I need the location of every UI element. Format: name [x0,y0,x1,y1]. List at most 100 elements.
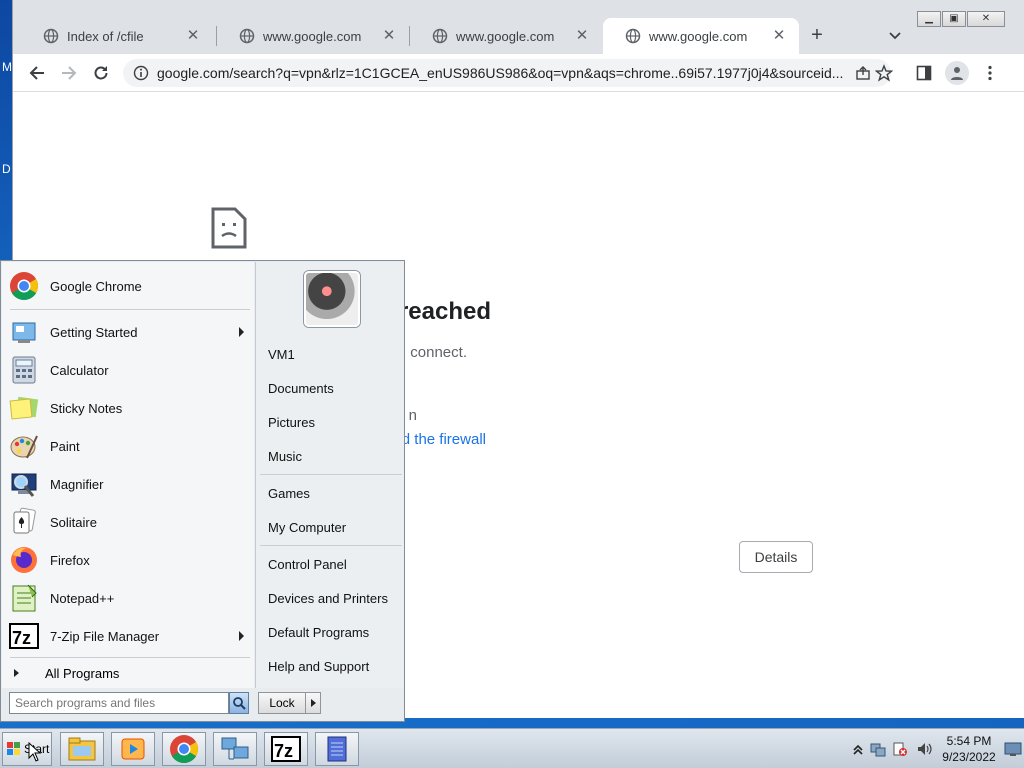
globe-icon [239,28,255,44]
tab-index-cfile[interactable]: Index of /cfile ✕ [21,18,213,54]
submenu-arrow-icon [239,631,244,641]
clock-date[interactable]: 9/23/2022 [940,750,998,764]
places-item-help-support[interactable]: Help and Support [268,655,402,679]
side-panel-icon[interactable] [915,64,933,82]
calculator-icon [8,354,40,386]
lock-options-button[interactable] [306,692,321,714]
start-item-7zip[interactable]: 7z 7-Zip File Manager [8,618,250,654]
volume-icon[interactable] [916,741,932,757]
start-item-label: Sticky Notes [50,400,123,416]
taskbar-notepad[interactable] [315,732,359,766]
taskbar-network[interactable] [213,732,257,766]
more-menu-icon[interactable] [981,64,999,82]
start-item-paint[interactable]: Paint [8,428,250,464]
restore-button[interactable]: ▣ [942,11,966,27]
tab-google-active[interactable]: www.google.com ✕ [603,18,799,54]
taskbar: Start 7z 5:54 PM 9/23/2022 [0,728,1024,768]
info-icon[interactable] [133,65,149,81]
all-programs-label: All Programs [45,665,120,681]
start-menu-divider [10,657,250,658]
places-item-music[interactable]: Music [268,445,402,469]
start-item-notepadpp[interactable]: Notepad++ [8,580,250,616]
close-icon[interactable]: ✕ [381,28,397,44]
places-item-user[interactable]: VM1 [268,343,402,367]
tab-title: Index of /cfile [67,28,144,44]
tab-title: www.google.com [456,28,555,44]
profile-button[interactable] [945,61,969,85]
reload-icon [94,66,108,80]
getting-started-icon [8,316,40,348]
places-item-default-programs[interactable]: Default Programs [268,621,402,645]
back-button[interactable] [26,62,48,84]
system-tray: 5:54 PM 9/23/2022 [848,731,1024,767]
start-menu: Google Chrome Getting Started Calculator… [0,260,405,722]
tab-title: www.google.com [263,28,362,44]
url-text[interactable]: google.com/search?q=vpn&rlz=1C1GCEA_enUS… [157,65,847,81]
globe-icon [43,28,59,44]
mouse-cursor-icon [28,742,42,762]
chevron-down-icon[interactable] [885,25,905,45]
minimize-button[interactable]: ▁ [917,11,941,27]
share-icon[interactable] [855,65,871,81]
notepad-icon [327,736,347,762]
network-status-icon[interactable] [870,741,886,757]
places-item-documents[interactable]: Documents [268,377,402,401]
start-item-label: Firefox [50,552,90,568]
media-player-icon [121,738,145,760]
forward-button[interactable] [58,62,80,84]
taskbar-explorer[interactable] [60,732,104,766]
taskbar-media-player[interactable] [111,732,155,766]
close-icon[interactable]: ✕ [185,28,201,44]
tab-google-2[interactable]: www.google.com ✕ [410,18,602,54]
places-item-games[interactable]: Games [268,482,402,506]
start-item-label: 7-Zip File Manager [50,628,160,644]
show-hidden-icons-icon[interactable] [850,741,866,757]
close-window-button[interactable]: ✕ [967,11,1005,27]
places-item-control-panel[interactable]: Control Panel [268,553,402,577]
start-item-sticky-notes[interactable]: Sticky Notes [8,390,250,426]
start-item-firefox[interactable]: Firefox [8,542,250,578]
solitaire-icon [8,506,40,538]
start-button[interactable]: Start [2,732,52,766]
bookmark-star-icon[interactable] [875,64,893,82]
globe-icon [625,28,641,44]
start-search-input[interactable] [9,692,229,714]
places-item-devices-printers[interactable]: Devices and Printers [268,587,402,611]
arrow-left-icon [29,66,44,80]
address-bar[interactable]: google.com/search?q=vpn&rlz=1C1GCEA_enUS… [123,59,891,87]
tab-google-1[interactable]: www.google.com ✕ [217,18,409,54]
start-item-google-chrome[interactable]: Google Chrome [8,268,250,304]
close-icon[interactable]: ✕ [574,28,590,44]
action-center-icon[interactable] [892,741,908,757]
close-icon[interactable]: ✕ [771,28,787,44]
start-item-label: Calculator [50,362,109,378]
clock-time[interactable]: 5:54 PM [940,734,998,748]
all-programs-button[interactable]: All Programs [10,662,250,684]
paint-icon [8,430,40,462]
places-item-pictures[interactable]: Pictures [268,411,402,435]
start-item-getting-started[interactable]: Getting Started [8,314,250,350]
start-search-button[interactable] [229,692,249,714]
search-icon [233,697,246,710]
submenu-arrow-icon [239,327,244,337]
network-icon [221,737,249,760]
start-item-solitaire[interactable]: Solitaire [8,504,250,540]
lock-button[interactable]: Lock [258,692,306,714]
start-item-label: Solitaire [50,514,97,530]
details-button[interactable]: Details [739,541,813,573]
reload-button[interactable] [90,62,112,84]
browser-toolbar: google.com/search?q=vpn&rlz=1C1GCEA_enUS… [13,54,1024,92]
taskbar-chrome[interactable] [162,732,206,766]
taskbar-7zip[interactable]: 7z [264,732,308,766]
firefox-icon [8,544,40,576]
start-item-calculator[interactable]: Calculator [8,352,250,388]
places-item-my-computer[interactable]: My Computer [268,516,402,540]
notepadpp-icon [8,582,40,614]
start-item-magnifier[interactable]: Magnifier [8,466,250,502]
sevenzip-icon: 7z [271,736,301,762]
start-menu-places: VM1 Documents Pictures Music Games My Co… [255,262,404,688]
start-menu-divider [10,309,250,310]
new-tab-button[interactable]: + [807,25,827,45]
show-desktop-icon[interactable] [1004,741,1022,757]
user-avatar[interactable] [304,271,360,327]
